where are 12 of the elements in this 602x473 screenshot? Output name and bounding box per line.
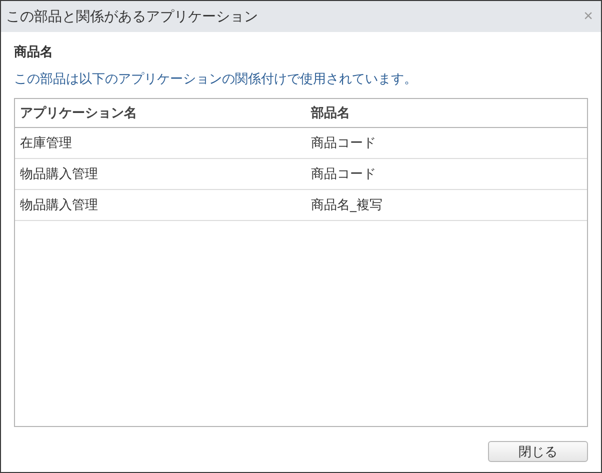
table-cell-text: 商品コード (310, 135, 377, 152)
table-cell-text: 物品購入管理 (19, 197, 99, 214)
description-text: この部品は以下のアプリケーションの関係付けで使用されています。 (14, 71, 418, 89)
window-title: この部品と関係があるアプリケーション (6, 8, 258, 26)
table-cell-text: 商品名_複写 (310, 197, 384, 214)
close-dialog-button[interactable]: 閉じる (488, 441, 588, 462)
column-header: 部品名 (310, 104, 351, 122)
table-cell-text: 在庫管理 (19, 135, 73, 152)
table-cell-text: 商品コード (310, 166, 377, 183)
table-cell-text: 物品購入管理 (19, 166, 99, 183)
column-header: アプリケーション名 (19, 104, 138, 122)
part-name: 商品名 (14, 44, 54, 62)
